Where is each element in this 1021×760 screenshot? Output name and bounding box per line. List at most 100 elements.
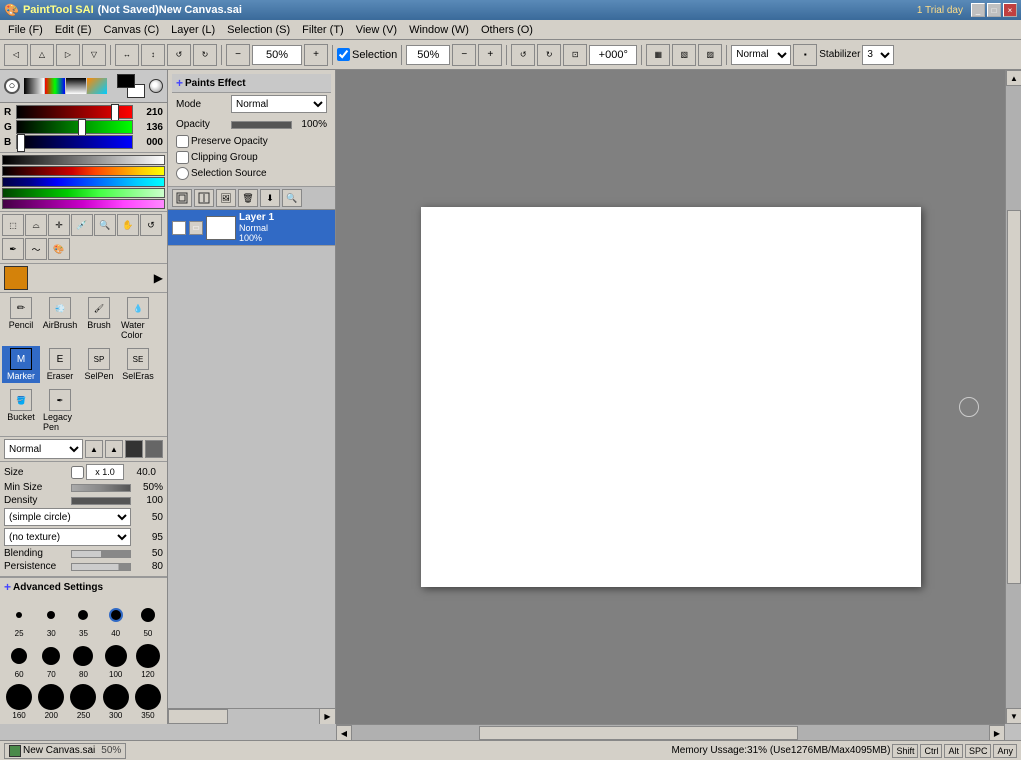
h-scroll-track[interactable] [352,725,989,740]
scroll-thumb[interactable] [1007,210,1021,583]
selection-lasso-tool[interactable]: ⌓ [25,214,47,236]
filter-layer-btn[interactable]: 🔍 [282,189,302,207]
menu-edit[interactable]: Edit (E) [49,21,98,39]
selection-checkbox[interactable] [337,48,350,61]
blend-btn-3[interactable] [125,440,143,458]
menu-selection[interactable]: Selection (S) [221,21,296,39]
brush-thumb-300[interactable]: 300 [101,682,131,721]
blend-btn-2[interactable]: ▲ [105,440,123,458]
menu-window[interactable]: Window (W) [403,21,475,39]
ctrl-key-btn[interactable]: Ctrl [920,744,942,758]
grid-btn-1[interactable]: ▦ [646,44,670,66]
close-button[interactable]: × [1003,3,1017,17]
selection-source-radio[interactable] [176,167,189,180]
brush-thumb-50[interactable]: 50 [133,600,163,639]
blend-mode-select[interactable]: Normal [4,439,83,459]
b-slider-thumb[interactable] [17,134,25,152]
layer-item-1[interactable]: 👁 ▭ Layer 1 Normal 100% [168,210,335,246]
bucket-tool[interactable]: 🪣 Bucket [2,387,40,424]
layer-visibility-eye[interactable]: 👁 [172,221,186,235]
drawing-canvas[interactable] [421,207,921,587]
scroll-down-btn[interactable]: ▼ [1006,708,1021,724]
brush-thumb-40[interactable]: 40 [101,600,131,639]
mode-select[interactable]: Normal [231,95,327,113]
menu-layer[interactable]: Layer (L) [165,21,221,39]
brush-thumb-70[interactable]: 70 [36,641,66,680]
h-scroll-right-btn[interactable]: ▶ [989,725,1005,741]
persistence-slider[interactable] [71,563,131,571]
brush-tool[interactable]: 🖌 Brush [80,295,118,332]
rgb-swatch[interactable] [45,78,65,94]
stabilizer-select[interactable]: 3 1 2 4 5 [862,45,894,65]
menu-view[interactable]: View (V) [350,21,403,39]
color-arrow[interactable]: ▶ [154,271,163,285]
opacity-slider[interactable] [231,121,292,129]
pen-tool[interactable]: ✒ [2,238,24,260]
canvas-tab[interactable]: New Canvas.sai 50% [4,743,126,759]
green-gradient-strip[interactable] [2,188,165,198]
size-pressure-check[interactable] [71,466,84,479]
curve-tool[interactable]: 〜 [25,238,47,260]
brush-thumb-35[interactable]: 35 [68,600,98,639]
gray-swatch[interactable] [66,78,86,94]
rotate-right-button[interactable]: ↻ [193,44,217,66]
seleras-tool[interactable]: SE SelEras [119,346,157,383]
toolbar-btn-4[interactable]: ▽ [82,44,106,66]
new-canvas-layer-btn[interactable]: 🖼 [216,189,236,207]
scroll-up-btn[interactable]: ▲ [1006,70,1021,86]
watercolor-tool[interactable]: 💧 Water Color [119,295,157,342]
brush-thumb-80[interactable]: 80 [68,641,98,680]
color-wheel-icon[interactable]: ○ [4,78,20,94]
rotate-left-button[interactable]: ↺ [167,44,191,66]
merge-layer-btn[interactable]: ⬇ [260,189,280,207]
menu-others[interactable]: Others (O) [475,21,539,39]
menu-canvas[interactable]: Canvas (C) [98,21,166,39]
toolbar-btn-3[interactable]: ▷ [56,44,80,66]
color-picker[interactable]: 🎨 [48,238,70,260]
cool-gradient-strip[interactable] [2,177,165,187]
blend-btn-4[interactable] [145,440,163,458]
blending-slider[interactable] [71,550,131,558]
r-slider-track[interactable] [16,105,133,119]
brush-thumb-200[interactable]: 200 [36,682,66,721]
minimize-button[interactable]: _ [971,3,985,17]
eraser-tool[interactable]: E Eraser [41,346,79,383]
brush-thumb-350[interactable]: 350 [133,682,163,721]
airbrush-tool[interactable]: 💨 AirBrush [41,295,79,332]
toolbar-btn-1[interactable]: ◁ [4,44,28,66]
b-slider-track[interactable] [16,135,133,149]
fg-color[interactable] [117,74,135,88]
density-slider[interactable] [71,497,131,505]
blend-btn-1[interactable]: ▲ [85,440,103,458]
g-slider-track[interactable] [16,120,133,134]
h-scroll-thumb[interactable] [479,726,798,740]
menu-file[interactable]: File (F) [2,21,49,39]
layer-h-scroll-thumb[interactable] [168,709,228,724]
angle-btn-1[interactable]: ↺ [511,44,535,66]
preserve-opacity-check[interactable] [176,135,189,148]
grid-btn-2[interactable]: ▧ [672,44,696,66]
texture-select[interactable]: (no texture) [4,528,131,546]
purple-gradient-strip[interactable] [2,199,165,209]
toolbar-btn-2[interactable]: △ [30,44,54,66]
brush-thumb-100[interactable]: 100 [101,641,131,680]
spc-key-btn[interactable]: SPC [965,744,992,758]
zoom-tool[interactable]: 🔍 [94,214,116,236]
normal-mode-select[interactable]: Normal [731,45,791,65]
selection-rect-tool[interactable]: ⬚ [2,214,24,236]
brush-thumb-120[interactable]: 120 [133,641,163,680]
zoom-minus-sm[interactable]: − [452,44,476,66]
brush-thumb-30[interactable]: 30 [36,600,66,639]
canvas-area[interactable] [336,70,1005,724]
any-key-btn[interactable]: Any [993,744,1017,758]
angle-btn-2[interactable]: ↻ [537,44,561,66]
clipping-group-check[interactable] [176,151,189,164]
alt-key-btn[interactable]: Alt [944,744,963,758]
grid-btn-3[interactable]: ▨ [698,44,722,66]
shift-key-btn[interactable]: Shift [892,744,918,758]
brush-thumb-25[interactable]: 25 [4,600,34,639]
warm-gradient-strip[interactable] [2,166,165,176]
gradient-swatch[interactable] [87,78,107,94]
menu-filter[interactable]: Filter (T) [296,21,350,39]
layer-h-scroll-track[interactable] [168,709,319,724]
